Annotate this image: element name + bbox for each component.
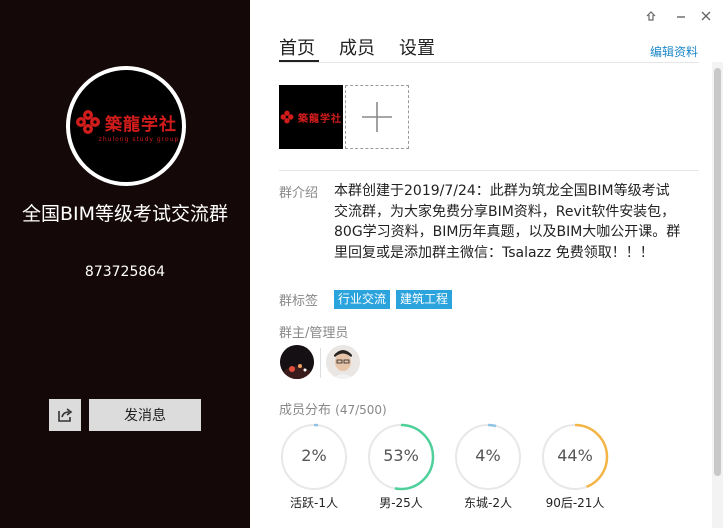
tabs-divider bbox=[279, 62, 699, 63]
flower-icon bbox=[280, 110, 294, 124]
intro-label: 群介绍 bbox=[279, 186, 319, 201]
minimize-icon[interactable] bbox=[674, 10, 688, 24]
group-id: 873725864 bbox=[84, 264, 166, 280]
ring-percent: 44% bbox=[557, 446, 593, 465]
group-name: 全国BIM等级考试交流群 bbox=[21, 203, 229, 225]
member-count: (47/500) bbox=[335, 403, 387, 417]
distribution-ring[interactable]: 4% bbox=[453, 422, 523, 492]
tags-label: 群标签 bbox=[279, 294, 319, 309]
tag-item[interactable]: 建筑工程 bbox=[396, 290, 453, 309]
distribution-title: 成员分布 (47/500) bbox=[279, 399, 387, 418]
admin-avatar-image bbox=[326, 345, 360, 379]
group-logo: 築龍学社 zhulong study group bbox=[70, 70, 182, 182]
send-message-button[interactable]: 发消息 bbox=[89, 399, 201, 431]
plus-icon bbox=[362, 102, 392, 132]
photo-logo-text: 築龍学社 bbox=[298, 113, 342, 125]
group-avatar[interactable]: 築龍学社 zhulong study group bbox=[66, 66, 186, 186]
distribution-ring[interactable]: 2% bbox=[279, 422, 349, 492]
bottom-edge bbox=[250, 518, 712, 528]
flower-icon bbox=[76, 110, 100, 134]
distribution-ring[interactable]: 53% bbox=[366, 422, 436, 492]
scrollbar-thumb[interactable] bbox=[714, 68, 721, 476]
ring-percent: 53% bbox=[383, 446, 419, 465]
group-photo[interactable]: 築龍学社 bbox=[279, 85, 343, 149]
share-icon bbox=[58, 408, 73, 422]
edit-profile-link[interactable]: 编辑资料 bbox=[650, 43, 698, 60]
logo-text: 築龍学社 bbox=[105, 114, 177, 135]
ring-caption: 活跃-1人 bbox=[290, 496, 338, 510]
owner-avatar[interactable] bbox=[280, 345, 314, 379]
logo-subtext: zhulong study group bbox=[98, 136, 180, 143]
close-icon[interactable] bbox=[699, 10, 713, 24]
share-button[interactable] bbox=[49, 399, 81, 431]
section-divider bbox=[279, 170, 699, 171]
tab-home[interactable]: 首页 bbox=[279, 34, 315, 60]
distribution-ring[interactable]: 44% bbox=[540, 422, 610, 492]
ring-caption: 东城-2人 bbox=[464, 496, 512, 510]
admin-avatar[interactable] bbox=[326, 345, 360, 379]
tab-settings[interactable]: 设置 bbox=[399, 34, 435, 60]
add-photo-button[interactable] bbox=[345, 85, 409, 149]
admins-label: 群主/管理员 bbox=[279, 326, 349, 341]
intro-text: 本群创建于2019/7/24：此群为筑龙全国BIM等级考试交流群，为大家免费分享… bbox=[334, 183, 681, 261]
group-profile-window: 築龍学社 zhulong study group 全国BIM等级考试交流群 87… bbox=[0, 0, 723, 528]
pin-icon[interactable] bbox=[644, 10, 658, 24]
distribution-label: 成员分布 bbox=[279, 403, 332, 418]
group-summary-panel: 築龍学社 zhulong study group 全国BIM等级考试交流群 87… bbox=[0, 0, 250, 528]
owner-avatar-image bbox=[280, 345, 314, 379]
ring-caption: 90后-21人 bbox=[545, 496, 605, 510]
ring-percent: 4% bbox=[475, 446, 501, 465]
admin-separator bbox=[320, 348, 321, 378]
ring-percent: 2% bbox=[301, 446, 327, 465]
ring-caption: 男-25人 bbox=[379, 496, 423, 510]
tab-members[interactable]: 成员 bbox=[339, 34, 375, 60]
tag-item[interactable]: 行业交流 bbox=[334, 290, 391, 309]
